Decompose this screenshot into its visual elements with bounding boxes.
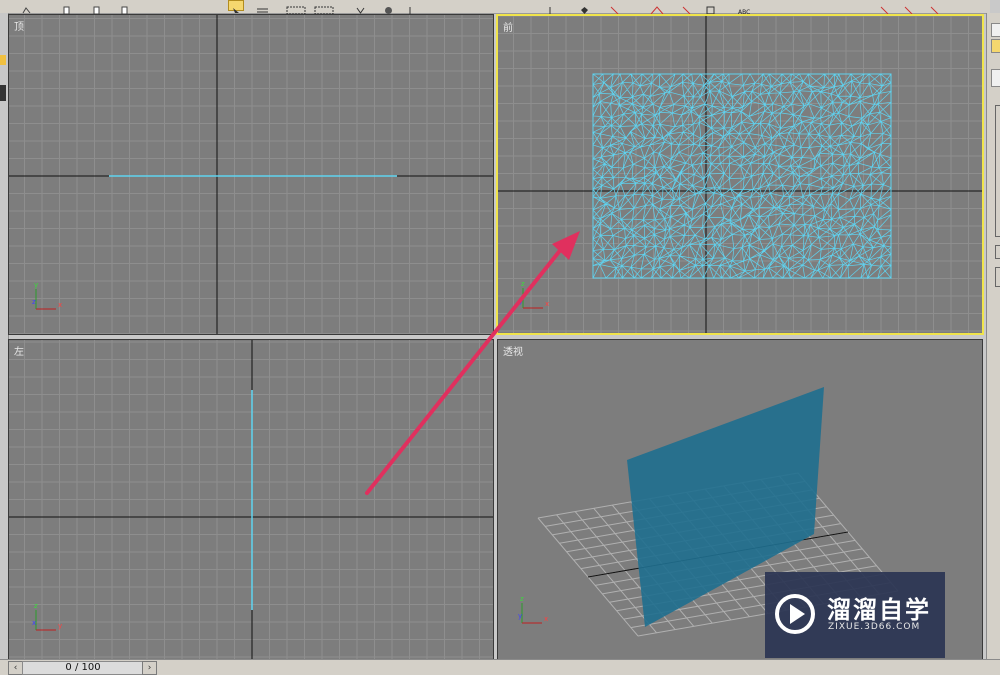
grid-lines: [9, 340, 493, 659]
axis-label-h: x: [58, 301, 62, 309]
undo-icon[interactable]: [22, 0, 31, 14]
move-icon[interactable]: [356, 0, 365, 14]
axis-tripod-icon: z y x: [32, 602, 62, 631]
grid-lines: [498, 16, 982, 333]
viewport-front[interactable]: z x y 前: [496, 14, 984, 335]
viewport-top-canvas[interactable]: y x z: [9, 15, 493, 334]
axis-tripod-icon: y x z: [32, 281, 62, 310]
viewport-left-canvas[interactable]: z y x: [9, 340, 493, 659]
schematic-icon[interactable]: [706, 0, 715, 15]
axis-label-h: y: [58, 622, 62, 630]
rollout-group: [995, 105, 1000, 237]
viewport-label-left[interactable]: 左: [14, 343, 24, 358]
time-slider-bar: ‹ 0 / 100 ›: [0, 659, 1000, 675]
render-icon[interactable]: [930, 0, 939, 15]
axis-label-d: x: [32, 619, 36, 627]
rollout-toggle-2[interactable]: [995, 267, 1000, 287]
watermark-url: ZIXUE.3D66.COM: [828, 622, 921, 632]
scale-icon[interactable]: [408, 0, 417, 14]
rotate-icon[interactable]: [384, 0, 393, 14]
play-logo-icon: [775, 594, 815, 634]
mirror-icon[interactable]: [580, 0, 589, 14]
next-frame-button[interactable]: ›: [142, 661, 157, 675]
command-tab-icon-2[interactable]: [0, 85, 6, 101]
snap-icon[interactable]: [548, 0, 557, 14]
axis-label-d: z: [32, 298, 36, 306]
axis-label-d: y: [519, 297, 523, 305]
main-toolbar: ABC: [0, 0, 990, 16]
redo-icon[interactable]: [62, 0, 71, 15]
axis-label-v: z: [34, 602, 38, 610]
select-icon[interactable]: [228, 0, 244, 13]
align-icon[interactable]: [610, 0, 619, 15]
axis-label-h: x: [544, 615, 548, 623]
axis-label-v: y: [34, 281, 38, 289]
window-crossing-icon[interactable]: [314, 0, 334, 15]
prev-frame-button[interactable]: ‹: [8, 661, 23, 675]
viewport-front-canvas[interactable]: z x y: [498, 16, 982, 333]
panel-tab-create[interactable]: [991, 39, 1000, 53]
viewport-label-top[interactable]: 顶: [14, 18, 24, 33]
command-panel: [986, 13, 1000, 660]
viewport-top[interactable]: y x z 顶: [8, 14, 494, 335]
watermark-title: 溜溜自学: [827, 596, 931, 624]
link-icon[interactable]: [92, 0, 101, 15]
axis-label-v: z: [521, 280, 525, 288]
axis-tripod-icon: z x y: [519, 280, 549, 309]
viewport-label-perspective[interactable]: 透视: [503, 343, 523, 358]
axis-label-d: y: [518, 612, 522, 620]
render-setup-icon[interactable]: [904, 0, 913, 15]
spell-icon[interactable]: ABC: [738, 0, 754, 16]
panel-tab[interactable]: [991, 23, 1000, 37]
watermark-logo: 溜溜自学 ZIXUE.3D66.COM: [765, 572, 945, 658]
panel-tab-modify[interactable]: [991, 69, 1000, 87]
axis-label-v: z: [520, 595, 524, 603]
grid-lines: [9, 15, 493, 334]
command-tab-icon[interactable]: [0, 55, 6, 65]
unlink-icon[interactable]: [120, 0, 129, 15]
layer-icon[interactable]: [650, 0, 664, 15]
axis-label-h: x: [545, 300, 549, 308]
rollout-toggle[interactable]: [995, 245, 1000, 259]
frame-counter[interactable]: 0 / 100: [22, 661, 144, 675]
material-icon[interactable]: [880, 0, 889, 15]
viewport-left[interactable]: z y x 左: [8, 339, 494, 660]
viewport-label-front[interactable]: 前: [503, 19, 513, 34]
select-by-name-icon[interactable]: [256, 0, 270, 13]
axis-tripod-icon: z x y: [518, 595, 548, 624]
curve-editor-icon[interactable]: [682, 0, 691, 15]
rect-select-icon[interactable]: [286, 0, 306, 15]
